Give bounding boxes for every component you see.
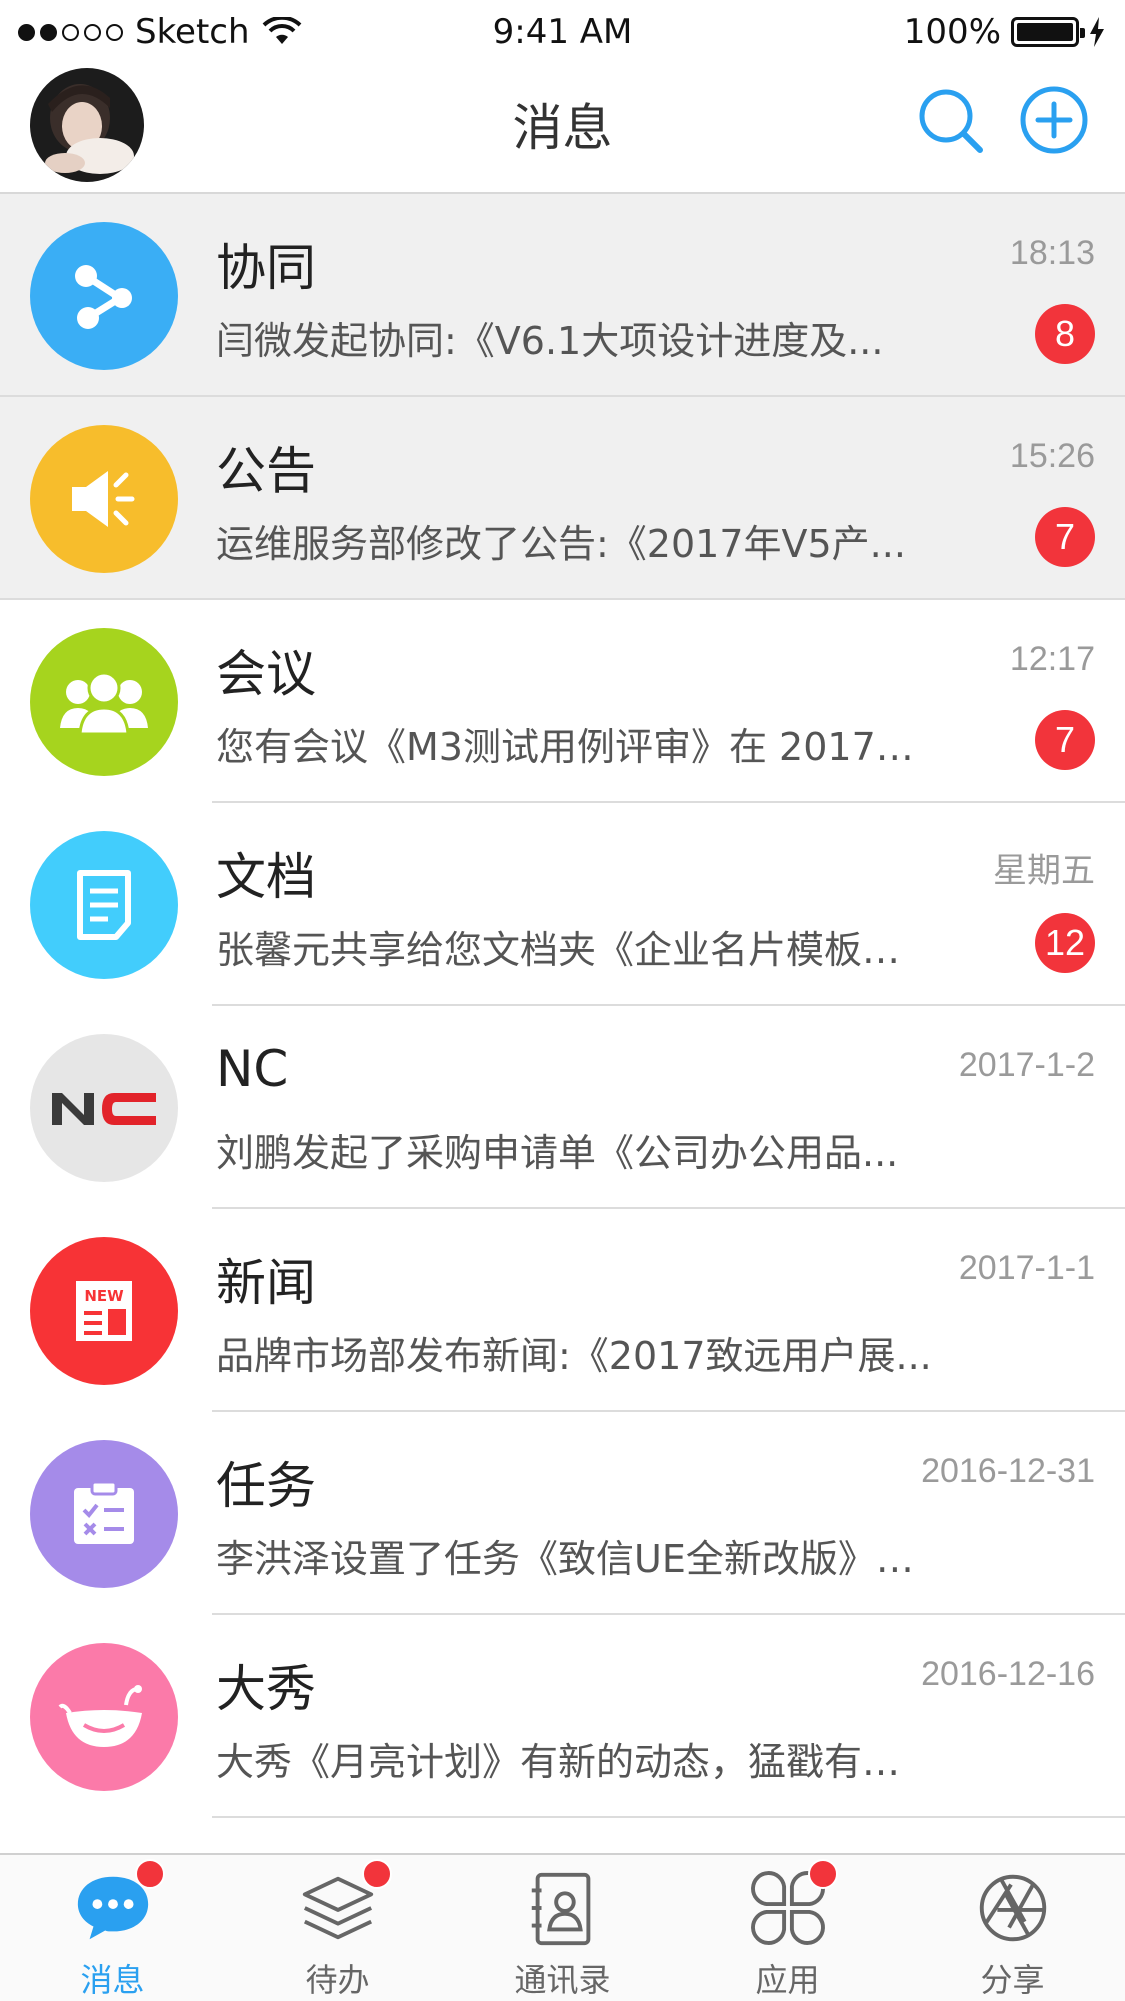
message-title: 大秀 [216, 1660, 316, 1718]
message-title: NC [216, 1040, 289, 1098]
message-time: 18:13 [1009, 234, 1095, 272]
page-title: 消息 [512, 99, 613, 157]
message-title: 会议 [216, 645, 316, 703]
message-time: 星期五 [993, 852, 1095, 890]
task-clipboard-icon [30, 1440, 178, 1588]
message-time: 12:17 [1009, 640, 1095, 678]
message-preview: 您有会议《M3测试用例评审》在 2017… [216, 725, 914, 769]
tab-label: 待办 [305, 1961, 370, 1999]
document-icon [30, 831, 178, 979]
message-list: 协同 18:13 闫微发起协同:《V6.1大项设计进度及... 8 公告 15:… [0, 194, 1125, 1818]
message-preview: 运维服务部修改了公告:《2017年V5产... [216, 522, 906, 566]
unread-badge: 7 [1035, 507, 1095, 567]
group-icon [30, 628, 178, 776]
status-bar: Sketch 9:41 AM 100% [0, 0, 1125, 66]
avatar-photo [30, 68, 144, 182]
news-icon: NEW [30, 1237, 178, 1385]
divider [212, 1816, 1125, 1818]
contacts-icon [531, 1872, 590, 1946]
tab-label: 消息 [80, 1961, 145, 1999]
plus-circle-icon[interactable] [1018, 84, 1090, 156]
message-row-daxiu[interactable]: 大秀 2016-12-16 大秀《月亮计划》有新的动态，猛戳有… [0, 1615, 1125, 1818]
tab-contacts[interactable]: 通讯录 [450, 1855, 675, 2001]
notification-dot [135, 1859, 165, 1889]
message-title: 公告 [216, 442, 316, 500]
unread-badge: 8 [1035, 304, 1095, 364]
message-preview: 刘鹏发起了采购申请单《公司办公用品... [216, 1131, 899, 1175]
message-title: 协同 [216, 239, 316, 297]
message-row-task[interactable]: 任务 2016-12-31 李洪泽设置了任务《致信UE全新改版》… [0, 1412, 1125, 1615]
nc-logo-icon [30, 1034, 178, 1182]
unread-badge: 7 [1035, 710, 1095, 770]
message-preview: 李洪泽设置了任务《致信UE全新改版》… [216, 1537, 914, 1581]
message-row-meeting[interactable]: 会议 12:17 您有会议《M3测试用例评审》在 2017… 7 [0, 600, 1125, 803]
tab-apps[interactable]: 应用 [675, 1855, 900, 2001]
svg-text:NEW: NEW [84, 1287, 124, 1305]
tab-label: 分享 [980, 1961, 1045, 1999]
nav-bar: 消息 [0, 66, 1125, 194]
message-time: 2017-1-2 [958, 1046, 1095, 1084]
message-time: 2016-12-16 [921, 1655, 1095, 1693]
tab-todo[interactable]: 待办 [225, 1855, 450, 2001]
whale-icon [30, 1643, 178, 1791]
message-row-nc[interactable]: NC 2017-1-2 刘鹏发起了采购申请单《公司办公用品... [0, 1006, 1125, 1209]
message-time: 2016-12-31 [921, 1452, 1095, 1490]
battery-percent: 100% [903, 12, 1001, 52]
tab-messages[interactable]: 消息 [0, 1855, 225, 2001]
message-time: 15:26 [1009, 437, 1095, 475]
message-title: 文档 [216, 848, 316, 906]
user-avatar[interactable] [30, 68, 144, 182]
notification-dot [362, 1859, 392, 1889]
message-title: 任务 [216, 1457, 316, 1515]
megaphone-icon [30, 425, 178, 573]
search-icon[interactable] [914, 84, 986, 156]
message-time: 2017-1-1 [958, 1249, 1095, 1287]
tab-label: 应用 [755, 1961, 820, 1999]
status-right: 100% [904, 12, 1105, 52]
tab-bar: 消息 待办 通讯录 应用 分享 [0, 1853, 1125, 2001]
message-title: 新闻 [216, 1254, 316, 1312]
tab-label: 通讯录 [514, 1961, 611, 1999]
message-preview: 闫微发起协同:《V6.1大项设计进度及... [216, 319, 884, 363]
message-preview: 大秀《月亮计划》有新的动态，猛戳有… [216, 1740, 901, 1784]
message-row-news[interactable]: NEW 新闻 2017-1-1 品牌市场部发布新闻:《2017致远用户展... [0, 1209, 1125, 1412]
message-preview: 品牌市场部发布新闻:《2017致远用户展... [216, 1334, 932, 1378]
message-row-collaboration[interactable]: 协同 18:13 闫微发起协同:《V6.1大项设计进度及... 8 [0, 194, 1125, 397]
message-row-document[interactable]: 文档 星期五 张馨元共享给您文档夹《企业名片模板… 12 [0, 803, 1125, 1006]
charging-bolt-icon [1090, 17, 1104, 47]
battery-icon [1011, 17, 1085, 47]
notification-dot [808, 1859, 838, 1889]
aperture-icon [979, 1874, 1046, 1942]
message-row-announcement[interactable]: 公告 15:26 运维服务部修改了公告:《2017年V5产... 7 [0, 397, 1125, 600]
unread-badge: 12 [1034, 913, 1095, 973]
tab-share[interactable]: 分享 [900, 1855, 1125, 2001]
message-preview: 张馨元共享给您文档夹《企业名片模板… [216, 928, 901, 972]
share-icon [30, 222, 178, 370]
